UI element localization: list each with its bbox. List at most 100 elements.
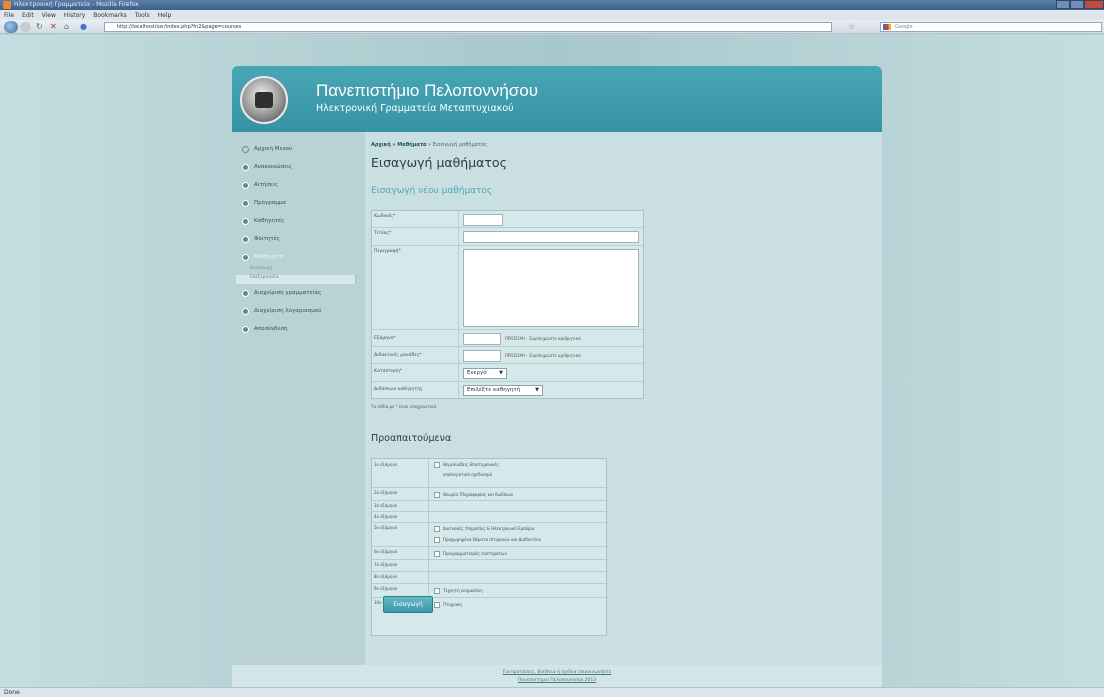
firefox-icon xyxy=(3,1,11,9)
address-bar[interactable]: http://localhost/osr/index.php?fn2&page=… xyxy=(104,22,832,32)
main-content: Αρχική » Μαθήματα » Εισαγωγή μαθήματος Ε… xyxy=(365,132,882,687)
menu-tools[interactable]: Tools xyxy=(135,12,150,19)
bullet-icon xyxy=(242,181,249,189)
prereq-row: 2ο εξάμηνο Θεωρία Πληροφορίας και Κωδίκω… xyxy=(372,488,608,501)
page-viewport: Πανεπιστήμιο Πελοποννήσου Ηλεκτρονική Γρ… xyxy=(0,35,1104,687)
sidebar-item-label: Μαθήματα xyxy=(254,254,284,260)
sidebar-item-home[interactable]: Αρχική Μενού xyxy=(236,140,356,158)
minimize-button[interactable] xyxy=(1056,0,1070,9)
prereq-course[interactable]: Θεωρία Πληροφορίας και Κωδίκων xyxy=(434,490,513,499)
close-window-button[interactable] xyxy=(1084,0,1104,9)
semester-label: 3ο εξάμηνο xyxy=(374,503,398,508)
bullet-icon xyxy=(242,325,249,333)
form-row-status: Κατάσταση* Ενεργό ▼ xyxy=(372,364,645,382)
course-label: Τεχνητή νοημοσύνη xyxy=(443,588,483,593)
semester-label: 7ο εξάμηνο xyxy=(374,562,398,567)
form-title: Εισαγωγή νέου μαθήματος xyxy=(371,186,493,196)
title-label: Τίτλος* xyxy=(374,231,392,236)
menu-file[interactable]: File xyxy=(4,12,14,19)
status-select-value: Ενεργό xyxy=(467,370,487,376)
prereq-course[interactable]: Προγραμματισμός συστημάτων xyxy=(434,549,507,558)
sidebar-item-announcements[interactable]: Ανακοινώσεις xyxy=(236,158,356,176)
credits-input[interactable] xyxy=(463,350,501,362)
status-label: Κατάσταση* xyxy=(374,369,403,374)
sidebar-item-students[interactable]: Φοιτητές xyxy=(236,230,356,248)
bookmark-star-icon[interactable]: ☆ xyxy=(848,22,855,31)
status-select[interactable]: Ενεργό ▼ xyxy=(463,368,507,379)
checkbox[interactable] xyxy=(434,601,440,608)
sidebar-item-applications[interactable]: Αιτήσεις xyxy=(236,176,356,194)
sidebar-item-professors[interactable]: Καθηγητές xyxy=(236,212,356,230)
footer-contact-link[interactable]: Για προτάσεις, βοήθεια ή σχόλια επικοινω… xyxy=(232,670,882,675)
title-input[interactable] xyxy=(463,231,639,243)
sidebar-item-secretariat[interactable]: Διαχείριση γραμματείας xyxy=(236,284,356,302)
bookmark-icon[interactable]: ● xyxy=(80,23,87,31)
back-button[interactable] xyxy=(4,21,18,33)
bullet-icon xyxy=(242,289,249,297)
menu-view[interactable]: View xyxy=(42,12,56,19)
breadcrumb-courses-link[interactable]: » Μαθήματα xyxy=(392,142,426,148)
menu-edit[interactable]: Edit xyxy=(22,12,34,19)
checkbox[interactable] xyxy=(434,587,440,594)
prereq-course-cont: υπολογιστικό σχεδιασμό xyxy=(443,470,492,479)
checkbox[interactable] xyxy=(434,461,440,468)
menu-help[interactable]: Help xyxy=(158,12,172,19)
menu-bookmarks[interactable]: Bookmarks xyxy=(93,12,127,19)
sidebar-item-account[interactable]: Διαχείριση λογαριασμού xyxy=(236,302,356,320)
home-icon[interactable]: ⌂ xyxy=(64,23,69,31)
code-label: Κωδικός* xyxy=(374,214,396,219)
sidebar-item-courses[interactable]: Μαθήματα xyxy=(236,248,356,266)
sidebar-item-schedule[interactable]: Πρόγραμμα xyxy=(236,194,356,212)
semester-label: 8ο εξάμηνο xyxy=(374,574,398,579)
prereq-course[interactable]: Θεμελιώδεις Επιστημονικές xyxy=(434,460,499,469)
stop-icon[interactable]: ✕ xyxy=(50,23,57,31)
course-label: Πτυχιακή xyxy=(443,602,462,607)
bullet-icon xyxy=(242,163,249,171)
breadcrumb-home-link[interactable]: Αρχική xyxy=(371,142,391,148)
course-label: Δικτυακές Υπηρεσίες & Ηλεκτρονικό Εμπόρι… xyxy=(443,526,535,531)
prereq-course[interactable]: Δικτυακές Υπηρεσίες & Ηλεκτρονικό Εμπόρι… xyxy=(434,524,534,533)
semester-hint: ΠΡΟΣΟΧΗ - Συμπληρώστε αριθμητικά xyxy=(505,336,581,341)
bullet-icon xyxy=(242,217,249,225)
required-note: Τα πεδία με * είναι υποχρεωτικά xyxy=(371,404,437,409)
prereq-course[interactable]: Πτυχιακή xyxy=(434,600,462,609)
reload-icon[interactable]: ↻ xyxy=(36,23,43,31)
bullet-icon xyxy=(242,307,249,315)
professor-select[interactable]: Επιλέξτε καθηγητή ▼ xyxy=(463,385,543,396)
bullet-icon xyxy=(242,235,249,243)
submit-button[interactable]: Εισαγωγή xyxy=(383,596,433,613)
sidebar-item-label: Αποσύνδεση xyxy=(254,326,288,332)
university-name: Πανεπιστήμιο Πελοποννήσου xyxy=(316,81,539,100)
sidebar-subitem-insert[interactable]: Εισαγωγή xyxy=(236,266,356,275)
course-label: Προγραμματισμός συστημάτων xyxy=(443,551,507,556)
search-box[interactable]: Google xyxy=(880,22,1102,32)
credits-label: Διδακτικές μονάδες* xyxy=(374,353,422,358)
checkbox[interactable] xyxy=(434,525,440,532)
chevron-down-icon: ▼ xyxy=(499,370,503,376)
window-title: Ηλεκτρονική Γραμματεία - Mozilla Firefox xyxy=(14,1,139,8)
sidebar-menu: Αρχική Μενού Ανακοινώσεις Αιτήσεις Πρόγρ… xyxy=(236,140,356,338)
form-row-title: Τίτλος* xyxy=(372,228,645,246)
prereq-course[interactable]: Προχωρημένα Θέματα Ιστορικών και Διαδικτ… xyxy=(434,535,541,544)
forward-button[interactable] xyxy=(20,22,31,32)
semester-input[interactable] xyxy=(463,333,501,345)
prereq-row: 8ο εξάμηνο xyxy=(372,572,608,584)
sidebar-subitem-edit[interactable]: Επεξεργασία xyxy=(236,275,356,284)
prereq-row: 5ο εξάμηνο Δικτυακές Υπηρεσίες & Ηλεκτρο… xyxy=(372,523,608,547)
bullet-icon xyxy=(242,199,249,207)
prereq-course[interactable]: Τεχνητή νοημοσύνη xyxy=(434,586,483,595)
sidebar-item-label: Πρόγραμμα xyxy=(254,200,286,206)
sidebar-item-logout[interactable]: Αποσύνδεση xyxy=(236,320,356,338)
menu-history[interactable]: History xyxy=(64,12,85,19)
course-label: Προχωρημένα Θέματα Ιστορικών και Διαδικτ… xyxy=(443,537,542,542)
maximize-button[interactable] xyxy=(1070,0,1084,9)
course-label: υπολογιστικό σχεδιασμό xyxy=(443,472,493,477)
checkbox[interactable] xyxy=(434,550,440,557)
checkbox[interactable] xyxy=(434,491,440,498)
description-textarea[interactable] xyxy=(463,249,639,327)
checkbox[interactable] xyxy=(434,536,440,543)
code-input[interactable] xyxy=(463,214,503,226)
footer-copyright[interactable]: Πανεπιστήμιο Πελοποννήσου 2013 xyxy=(232,678,882,683)
chevron-down-icon: ▼ xyxy=(535,387,539,393)
description-label: Περιγραφή* xyxy=(374,249,401,254)
